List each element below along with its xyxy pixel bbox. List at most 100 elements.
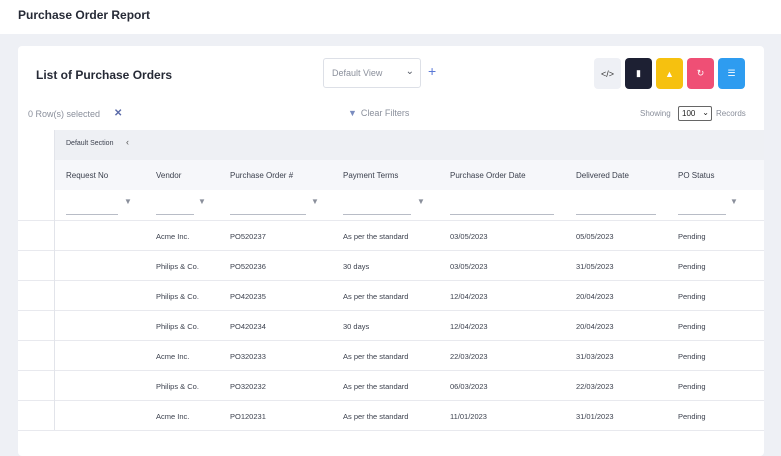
table-row[interactable]: Philips & Co. PO420235 As per the standard…	[18, 280, 764, 310]
cell-po-status: Pending	[678, 262, 706, 271]
cell-payment-terms: As per the standard	[343, 232, 409, 241]
cell-payment-terms: 30 days	[343, 322, 370, 331]
view-select[interactable]: Default View ⌄	[323, 58, 421, 88]
showing-label: Showing	[640, 109, 671, 118]
chevron-left-icon[interactable]: ‹	[126, 137, 129, 147]
cell-po-date: 11/01/2023	[450, 412, 487, 421]
filter-icon[interactable]: ▼	[311, 197, 319, 206]
cell-delivered-date: 31/03/2023	[576, 352, 614, 361]
cell-po-status: Pending	[678, 232, 706, 241]
filter-icon[interactable]: ▼	[198, 197, 206, 206]
cell-po-status: Pending	[678, 352, 706, 361]
cell-vendor: Acme Inc.	[156, 352, 190, 361]
cell-payment-terms: 30 days	[343, 262, 370, 271]
column-header-po-date[interactable]: Purchase Order Date	[450, 171, 526, 180]
cell-po-status: Pending	[678, 322, 706, 331]
list-title: List of Purchase Orders	[36, 68, 173, 82]
cell-po-status: Pending	[678, 412, 706, 421]
cell-po-date: 06/03/2023	[450, 382, 488, 391]
cell-po-number: PO120231	[230, 412, 266, 421]
column-header-delivered-date[interactable]: Delivered Date	[576, 171, 629, 180]
refresh-button[interactable]: ↻	[687, 58, 714, 89]
cell-vendor: Philips & Co.	[156, 262, 199, 271]
filter-input-delivered-date[interactable]	[576, 214, 656, 215]
cell-vendor: Philips & Co.	[156, 292, 199, 301]
column-settings-button[interactable]: ☰	[718, 58, 745, 89]
cell-po-status: Pending	[678, 382, 706, 391]
table-row[interactable]: Philips & Co. PO520236 30 days 03/05/2023 31…	[18, 250, 764, 280]
page-title: Purchase Order Report	[18, 8, 151, 22]
cell-po-date: 12/04/2023	[450, 322, 488, 331]
row-selector-divider	[54, 130, 55, 430]
cell-delivered-date: 31/01/2023	[576, 412, 614, 421]
cell-payment-terms: As per the standard	[343, 412, 409, 421]
cell-vendor: Philips & Co.	[156, 322, 199, 331]
cell-vendor: Philips & Co.	[156, 382, 199, 391]
filter-input-request-no[interactable]	[66, 214, 118, 215]
cell-po-date: 03/05/2023	[450, 262, 488, 271]
clear-selection-icon[interactable]: ✕	[114, 108, 122, 119]
filter-icon[interactable]: ▼	[730, 197, 738, 206]
table-bottom-border	[18, 430, 764, 431]
cell-delivered-date: 20/04/2023	[576, 292, 614, 301]
chevron-down-icon: ⌄	[405, 66, 414, 77]
add-view-icon[interactable]: +	[428, 63, 436, 79]
column-header-po-status[interactable]: PO Status	[678, 171, 714, 180]
refresh-icon: ↻	[696, 68, 705, 78]
chevron-down-icon: ⌄	[702, 108, 709, 117]
filter-input-po-date[interactable]	[450, 214, 554, 215]
alert-button[interactable]: ▲	[656, 58, 683, 89]
code-view-button[interactable]: </>	[594, 58, 621, 89]
filter-icon[interactable]: ▼	[417, 197, 425, 206]
cell-payment-terms: As per the standard	[343, 352, 409, 361]
table-row[interactable]: Acme Inc. PO520237 As per the standard 03/0…	[18, 220, 764, 250]
document-button[interactable]: ▮	[625, 58, 652, 89]
column-header-payment-terms[interactable]: Payment Terms	[343, 171, 398, 180]
section-header: Default Section ‹	[54, 130, 764, 160]
column-header-request-no[interactable]: Request No	[66, 171, 108, 180]
filter-row: ▼ ▼ ▼ ▼ ▼	[18, 190, 764, 220]
filter-icon: ▼	[348, 108, 357, 118]
column-header-vendor[interactable]: Vendor	[156, 171, 181, 180]
cell-delivered-date: 20/04/2023	[576, 322, 614, 331]
page-size-select[interactable]: 100 ⌄	[678, 106, 712, 121]
cell-po-date: 12/04/2023	[450, 292, 488, 301]
cell-po-status: Pending	[678, 292, 706, 301]
cell-po-number: PO320232	[230, 382, 266, 391]
filter-input-vendor[interactable]	[156, 214, 194, 215]
cell-payment-terms: As per the standard	[343, 292, 409, 301]
table-row[interactable]: Philips & Co. PO420234 30 days 12/04/2023 20…	[18, 310, 764, 340]
filter-icon[interactable]: ▼	[124, 197, 132, 206]
page-size-value: 100	[682, 109, 696, 118]
column-header-po-number[interactable]: Purchase Order #	[230, 171, 293, 180]
orders-grid: Default Section ‹ Request No Vendor Purc…	[18, 130, 764, 431]
filter-input-payment-terms[interactable]	[343, 214, 411, 215]
document-icon: ▮	[636, 68, 641, 78]
warning-icon: ▲	[665, 68, 674, 79]
settings-icon: ☰	[727, 68, 736, 78]
cell-po-number: PO520237	[230, 232, 266, 241]
cell-po-number: PO420235	[230, 292, 266, 301]
top-bar: Purchase Order Report	[0, 0, 781, 34]
filter-input-po-status[interactable]	[678, 214, 726, 215]
cell-po-date: 03/05/2023	[450, 232, 488, 241]
code-icon: </>	[600, 68, 614, 79]
cell-vendor: Acme Inc.	[156, 232, 190, 241]
table-row[interactable]: Acme Inc. PO120231 As per the standard 11/0…	[18, 400, 764, 430]
cell-vendor: Acme Inc.	[156, 412, 190, 421]
clear-filters-button[interactable]: ▼ Clear Filters	[348, 108, 409, 118]
cell-po-number: PO320233	[230, 352, 266, 361]
clear-filters-label: Clear Filters	[360, 108, 410, 118]
filter-input-po-number[interactable]	[230, 214, 306, 215]
cell-delivered-date: 05/05/2023	[576, 232, 614, 241]
table-row[interactable]: Acme Inc. PO320233 As per the standard 22/0…	[18, 340, 764, 370]
rows-selected-text: 0 Row(s) selected	[28, 109, 101, 119]
cell-po-number: PO420234	[230, 322, 266, 331]
cell-po-number: PO520236	[230, 262, 266, 271]
section-label: Default Section	[66, 140, 114, 147]
view-select-value: Default View	[332, 68, 383, 78]
cell-payment-terms: As per the standard	[343, 382, 409, 391]
records-label: Records	[716, 109, 746, 118]
cell-delivered-date: 31/05/2023	[576, 262, 614, 271]
table-row[interactable]: Philips & Co. PO320232 As per the standard…	[18, 370, 764, 400]
